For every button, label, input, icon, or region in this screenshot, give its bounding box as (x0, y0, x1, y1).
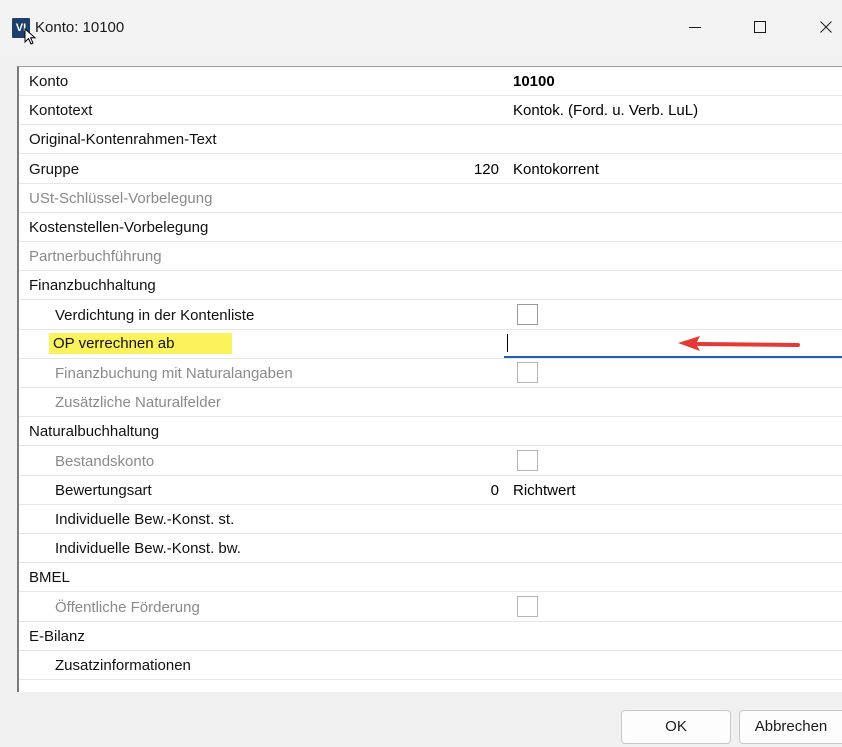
property-row[interactable]: Naturalbuchhaltung (19, 417, 842, 447)
property-row[interactable]: Individuelle Bew.-Konst. bw. (19, 534, 842, 564)
property-label: USt-Schlüssel-Vorbelegung (29, 189, 213, 207)
property-row[interactable]: Bestandskonto (19, 447, 842, 476)
property-row[interactable]: Finanzbuchhaltung (19, 271, 842, 301)
property-label: Gruppe (29, 160, 80, 178)
property-label: Partnerbuchführung (29, 248, 162, 266)
maximize-button[interactable] (737, 10, 783, 44)
property-grid: Konto 10100 Kontotext Kontok. (Ford. u. Ver… (17, 66, 842, 692)
property-number: 120 (473, 160, 499, 178)
minimize-button[interactable] (672, 10, 718, 44)
property-label: Naturalbuchhaltung (29, 423, 160, 441)
property-value: 10100 (513, 73, 555, 90)
property-label: Bestandskonto (55, 452, 155, 470)
title-bar[interactable]: VI Konto: 10100 (0, 0, 842, 56)
property-label: Individuelle Bew.-Konst. bw. (55, 540, 241, 558)
property-checkbox[interactable] (517, 303, 538, 325)
property-label: Kostenstellen-Vorbelegung (29, 219, 209, 236)
property-row[interactable]: USt-Schlüssel-Vorbelegung (19, 184, 842, 213)
property-row[interactable]: Partnerbuchführung (19, 242, 842, 272)
property-row[interactable]: Öffentliche Förderung (19, 593, 842, 622)
property-row[interactable]: Kontotext Kontok. (Ford. u. Verb. LuL) (19, 96, 842, 126)
property-value: Richtwert (513, 481, 576, 499)
property-row[interactable]: Gruppe 120 Kontokorrent (19, 155, 842, 184)
property-label: BMEL (29, 569, 70, 587)
property-checkbox (517, 362, 538, 383)
property-label: Individuelle Bew.-Konst. st. (55, 511, 235, 528)
minimize-icon (689, 27, 701, 28)
property-label: Kontotext (29, 102, 93, 120)
property-label: Bewertungsart (55, 481, 152, 499)
property-checkbox (517, 595, 538, 617)
property-row[interactable]: Konto 10100 (19, 67, 842, 96)
cancel-button[interactable]: Abbrechen (739, 710, 842, 744)
property-number: 0 (490, 481, 499, 499)
property-label: Finanzbuchhaltung (29, 277, 156, 295)
property-label: Verdichtung in der Kontenliste (55, 306, 255, 324)
ok-button[interactable]: OK (621, 710, 731, 744)
app-icon: VI (12, 18, 37, 45)
property-label: Zusatzinformationen (55, 657, 191, 674)
window-title: Konto: 10100 (35, 19, 125, 36)
property-value: Kontok. (Ford. u. Verb. LuL) (513, 102, 699, 120)
property-label: Zusätzliche Naturalfelder (55, 394, 221, 412)
account-dialog: VI Konto: 10100 Konto 10100 Kontotext Konto… (0, 0, 842, 747)
property-label: OP verrechnen ab (49, 332, 233, 354)
property-label: Finanzbuchung mit Naturalangaben (55, 365, 293, 382)
close-button[interactable] (803, 10, 842, 44)
property-row[interactable]: Finanzbuchung mit Naturalangaben (19, 359, 842, 388)
property-value: Kontokorrent (513, 160, 599, 178)
property-row[interactable]: Individuelle Bew.-Konst. st. (19, 505, 842, 534)
property-label: Original-Kontenrahmen-Text (29, 131, 217, 149)
property-row[interactable]: Zusätzliche Naturalfelder (19, 388, 842, 418)
text-caret (507, 333, 508, 352)
property-row[interactable]: Kostenstellen-Vorbelegung (19, 213, 842, 242)
close-icon (820, 21, 832, 33)
property-label: E-Bilanz (29, 627, 85, 645)
property-label: Öffentliche Förderung (55, 598, 200, 616)
maximize-icon (754, 21, 766, 33)
property-checkbox (517, 449, 538, 471)
property-row[interactable]: Original-Kontenrahmen-Text (19, 125, 842, 155)
property-row[interactable]: Bewertungsart 0 Richtwert (19, 476, 842, 505)
property-row[interactable]: Zusatzinformationen (19, 651, 842, 680)
property-row[interactable]: Verdichtung in der Kontenliste (19, 301, 842, 330)
red-arrow-annotation-icon (678, 336, 800, 351)
property-row[interactable]: BMEL (19, 563, 842, 593)
property-label: Konto (29, 73, 69, 90)
property-row[interactable]: E-Bilanz (19, 622, 842, 651)
